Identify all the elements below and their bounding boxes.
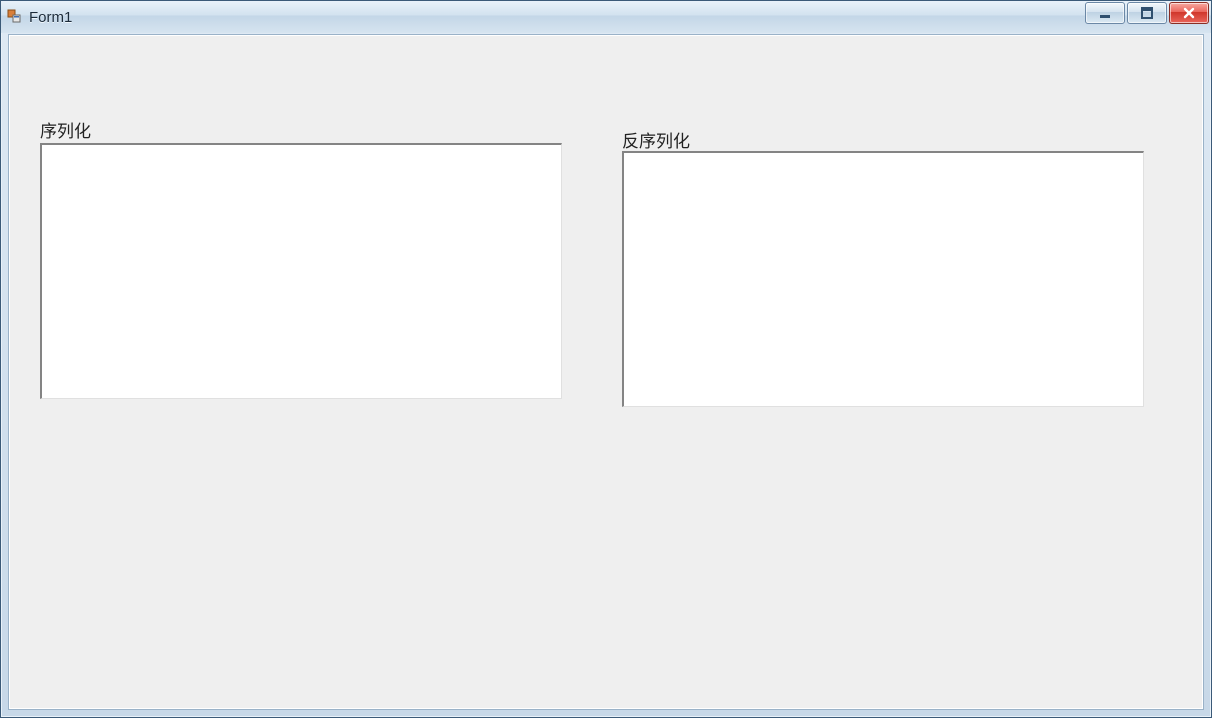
serialize-textbox[interactable]	[40, 143, 562, 399]
window-frame: Form1 序列化 反序列化	[0, 0, 1212, 718]
window-title: Form1	[29, 9, 72, 26]
deserialize-label: 反序列化	[622, 127, 690, 152]
minimize-button[interactable]	[1085, 2, 1125, 24]
close-button[interactable]	[1169, 2, 1209, 24]
client-area: 序列化 反序列化	[8, 34, 1204, 710]
serialize-label: 序列化	[40, 117, 91, 142]
deserialize-textbox[interactable]	[622, 151, 1144, 407]
maximize-button[interactable]	[1127, 2, 1167, 24]
titlebar[interactable]: Form1	[1, 1, 1211, 33]
app-icon	[7, 9, 23, 25]
window-controls	[1085, 2, 1209, 24]
